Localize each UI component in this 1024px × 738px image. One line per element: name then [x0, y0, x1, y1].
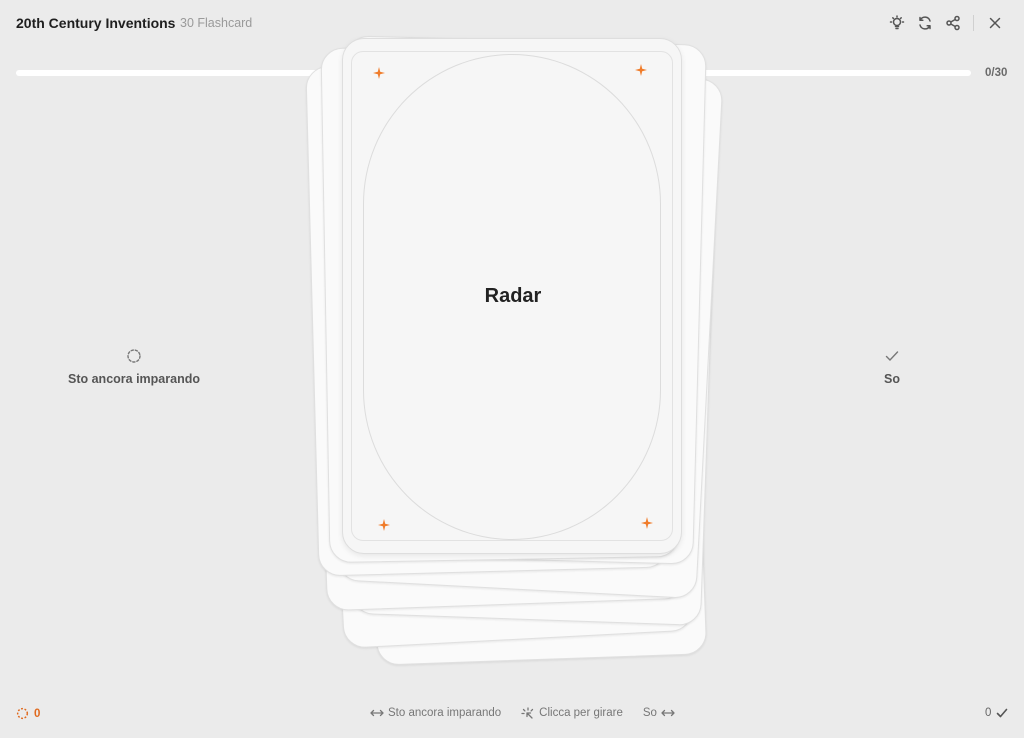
learning-count: 0 [34, 707, 41, 720]
flashcard[interactable]: Radar [342, 38, 682, 554]
checkmark-icon [997, 708, 1008, 718]
card-front-text: Radar [484, 285, 542, 307]
progress-counter: 0/30 [985, 67, 1008, 79]
refresh-icon[interactable] [914, 12, 936, 34]
click-icon [521, 707, 534, 719]
hint-flip-label: Clicca per girare [539, 707, 623, 719]
dashed-circle-icon [16, 707, 29, 720]
hint-known[interactable]: So [643, 707, 675, 719]
hint-flip[interactable]: Clicca per girare [521, 707, 623, 719]
deck-title: 20th Century Inventions [16, 15, 176, 31]
sparkle-icon [378, 518, 390, 531]
hint-learning[interactable]: Sto ancora imparando [370, 707, 501, 719]
left-right-arrow-icon [370, 709, 384, 717]
known-zone[interactable]: So [872, 348, 912, 388]
learning-label: Sto ancora imparando [68, 372, 200, 386]
lightbulb-icon[interactable] [886, 12, 908, 34]
known-count: 0 [985, 707, 992, 719]
hint-known-label: So [642, 707, 657, 719]
share-icon[interactable] [942, 12, 964, 34]
left-right-arrow-icon [661, 709, 675, 717]
sparkle-icon [373, 66, 385, 79]
dashed-circle-icon [126, 348, 142, 364]
keyboard-hints: Sto ancora imparando Clicca per girare S… [370, 707, 675, 719]
known-counter: 0 [985, 707, 1008, 719]
sparkle-icon [641, 516, 653, 529]
card-count: 30 Flashcard [180, 16, 253, 30]
learning-zone[interactable]: Sto ancora imparando [68, 348, 200, 388]
sparkle-icon [635, 63, 647, 76]
checkmark-icon [884, 348, 900, 364]
header-divider [973, 15, 974, 31]
learning-counter: 0 [16, 707, 40, 720]
close-icon[interactable] [984, 12, 1006, 34]
known-label: So [884, 372, 900, 386]
hint-learning-label: Sto ancora imparando [388, 707, 502, 719]
